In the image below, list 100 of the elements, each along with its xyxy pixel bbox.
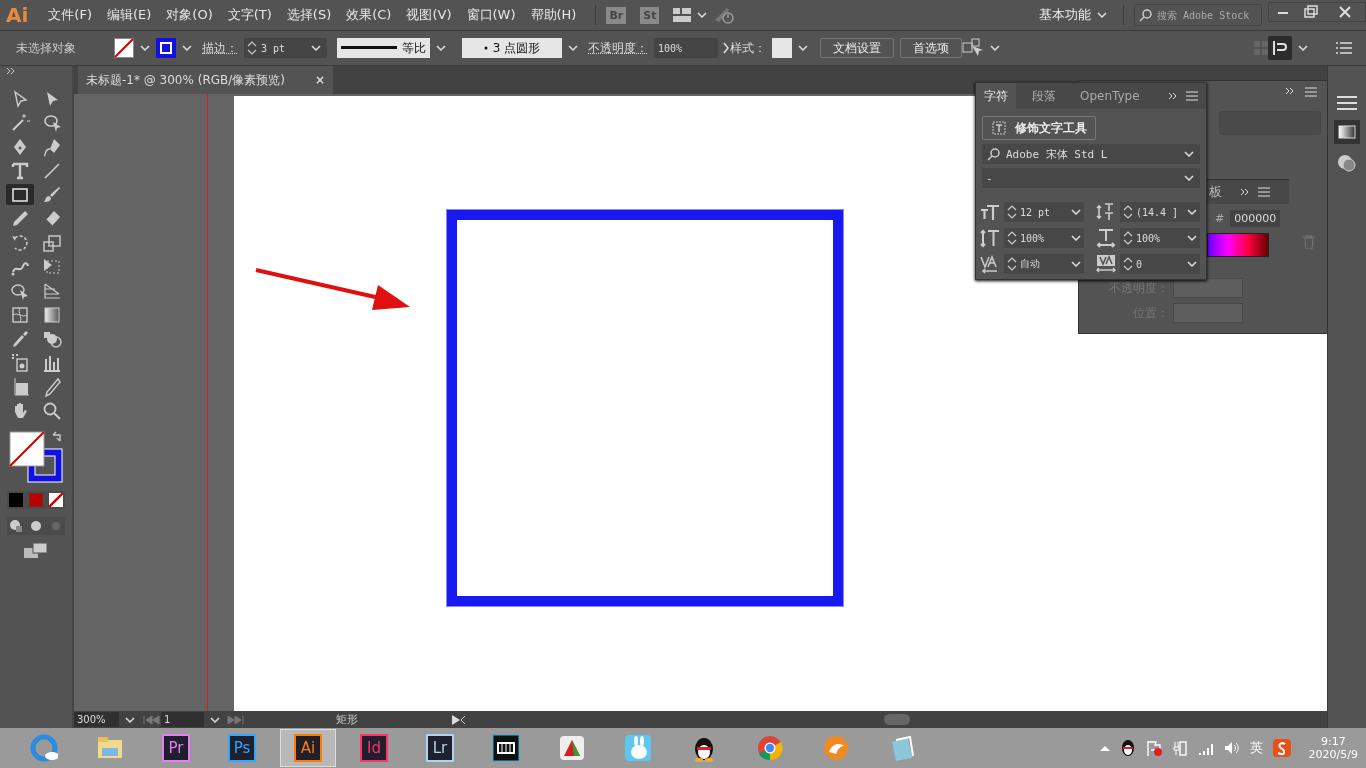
none-mode-icon[interactable]	[49, 493, 63, 507]
caret-icon[interactable]	[1071, 209, 1081, 215]
caret-icon[interactable]	[1187, 209, 1197, 215]
taskbar-button[interactable]: Lr	[412, 729, 468, 767]
number-field[interactable]: 12 pt	[1004, 202, 1084, 222]
grid-icon	[1254, 41, 1268, 55]
draw-mode-icon[interactable]	[9, 519, 23, 533]
opacity-label[interactable]: 不透明度：	[588, 39, 648, 57]
panel-menu-icon[interactable]	[1337, 96, 1357, 110]
artboard-field[interactable]: 1	[161, 712, 204, 727]
caret-icon[interactable]	[1071, 261, 1081, 267]
toolbar-button[interactable]: 首选项	[900, 38, 962, 58]
swap-icon[interactable]	[51, 431, 63, 443]
screen-mode-icon[interactable]	[24, 543, 48, 559]
color-spectrum[interactable]	[1207, 233, 1269, 257]
number-field[interactable]: 100%	[1120, 228, 1200, 248]
taskbar-button[interactable]: Pr	[148, 729, 204, 767]
double-chevron-icon[interactable]	[1240, 188, 1250, 196]
panel-tab[interactable]: 字符	[976, 82, 1016, 110]
caret-icon[interactable]	[798, 45, 808, 51]
toolbar-button[interactable]: 文档设置	[820, 38, 894, 58]
caret-icon[interactable]	[1184, 175, 1194, 181]
gradient-panel-icon[interactable]	[1334, 120, 1360, 144]
menu-item[interactable]: 视图(V)	[400, 6, 458, 24]
number-field[interactable]: 100%	[1004, 228, 1084, 248]
caret-icon[interactable]	[1071, 235, 1081, 241]
fill-stroke-swatch[interactable]	[9, 431, 63, 483]
list-icon[interactable]	[1336, 42, 1352, 54]
touch-type-button[interactable]: 修饰文字工具	[982, 116, 1096, 140]
color-mode-icon[interactable]	[9, 493, 23, 507]
menu-item[interactable]: 效果(C)	[340, 6, 398, 24]
font-family-dropdown[interactable]: Adobe 宋体 Std L	[982, 144, 1200, 164]
taskbar-button[interactable]: Id	[346, 729, 402, 767]
stroke-swatch[interactable]	[156, 38, 176, 58]
double-chevron-icon[interactable]	[1168, 92, 1178, 100]
panel-menu-icon[interactable]	[1258, 187, 1270, 197]
chevron-right-icon[interactable]	[722, 42, 730, 54]
flag-icon[interactable]	[1145, 740, 1162, 756]
menu-item[interactable]: 对象(O)	[160, 6, 219, 24]
font-style-dropdown[interactable]: -	[982, 168, 1200, 188]
caret-icon[interactable]	[1097, 12, 1107, 18]
fill-swatch[interactable]	[114, 38, 134, 58]
collapse-icon[interactable]	[6, 68, 16, 74]
volume-icon[interactable]	[1223, 741, 1240, 755]
menu-item[interactable]: 文件(F)	[42, 6, 98, 24]
zoom-field[interactable]: 300%	[74, 712, 119, 727]
app-icon: Ps	[228, 734, 256, 762]
tool-button[interactable]	[6, 184, 34, 205]
transparency-icon[interactable]	[1337, 154, 1357, 172]
play-icon[interactable]	[452, 714, 460, 725]
caret-icon[interactable]	[990, 45, 1000, 51]
menu-item[interactable]: 文字(T)	[221, 6, 278, 24]
panel-tab[interactable]: 板	[1209, 183, 1222, 201]
scrollbar-thumb[interactable]	[883, 714, 910, 725]
number-field[interactable]: (14.4 ]	[1120, 202, 1200, 222]
panel-tab[interactable]: 段落	[1024, 82, 1064, 110]
stroke-label[interactable]: 描边：	[202, 39, 238, 57]
panel-menu-icon[interactable]	[1186, 91, 1198, 101]
taskbar-button[interactable]: Ps	[214, 729, 270, 767]
scroll-left-icon[interactable]	[460, 714, 466, 725]
caret-icon[interactable]	[125, 716, 135, 723]
menu-item[interactable]: 帮助(H)	[524, 6, 583, 24]
show-hidden-icon[interactable]	[1099, 745, 1110, 751]
caret-icon[interactable]	[436, 45, 446, 51]
current-tool-label: 矩形	[336, 712, 358, 727]
opacity-field[interactable]: 100%	[654, 38, 718, 58]
menu-item[interactable]: 窗口(W)	[460, 6, 522, 24]
caret-icon[interactable]	[1298, 45, 1308, 51]
stroke-weight-field[interactable]: 3 pt	[244, 38, 327, 58]
select-similar-icon[interactable]	[962, 38, 984, 58]
caret-icon[interactable]	[1184, 151, 1194, 157]
panel-tab[interactable]: OpenType	[1072, 84, 1148, 108]
draw-behind-icon[interactable]	[29, 519, 43, 533]
stroke-profile-dropdown[interactable]: 等比	[337, 38, 430, 58]
number-field[interactable]: 自动	[1004, 254, 1084, 274]
caret-icon[interactable]	[697, 12, 708, 18]
caret-icon[interactable]	[182, 45, 192, 51]
brush-dropdown[interactable]: 3 点圆形	[462, 38, 562, 58]
caret-icon[interactable]	[140, 45, 150, 51]
style-swatch[interactable]	[772, 38, 792, 58]
caret-icon[interactable]	[210, 716, 220, 723]
taskbar-button[interactable]: Ai	[280, 729, 336, 767]
panel-menu-icon[interactable]	[1305, 87, 1317, 97]
workspace-menu[interactable]: 基本功能	[1039, 6, 1091, 24]
number-field[interactable]: 0	[1120, 254, 1200, 274]
menu-item[interactable]: 编辑(E)	[100, 6, 158, 24]
document-tab[interactable]: 未标题-1* @ 300% (RGB/像素预览) ×	[78, 66, 334, 94]
layout-icon[interactable]	[673, 8, 692, 22]
caret-icon[interactable]	[568, 45, 578, 51]
double-chevron-icon[interactable]	[1285, 87, 1295, 95]
search-field[interactable]: 搜索 Adobe Stock	[1134, 4, 1262, 26]
caret-icon[interactable]	[1187, 235, 1197, 241]
hex-field[interactable]: 000000	[1230, 210, 1281, 227]
menu-item[interactable]: 选择(S)	[280, 6, 338, 24]
close-button[interactable]: ×	[315, 73, 326, 87]
penguin-icon[interactable]	[1119, 739, 1136, 757]
dropdown-field[interactable]	[1173, 278, 1243, 298]
signal-icon[interactable]	[1197, 741, 1214, 755]
caret-icon[interactable]	[311, 45, 321, 51]
caret-icon[interactable]	[1187, 261, 1197, 267]
